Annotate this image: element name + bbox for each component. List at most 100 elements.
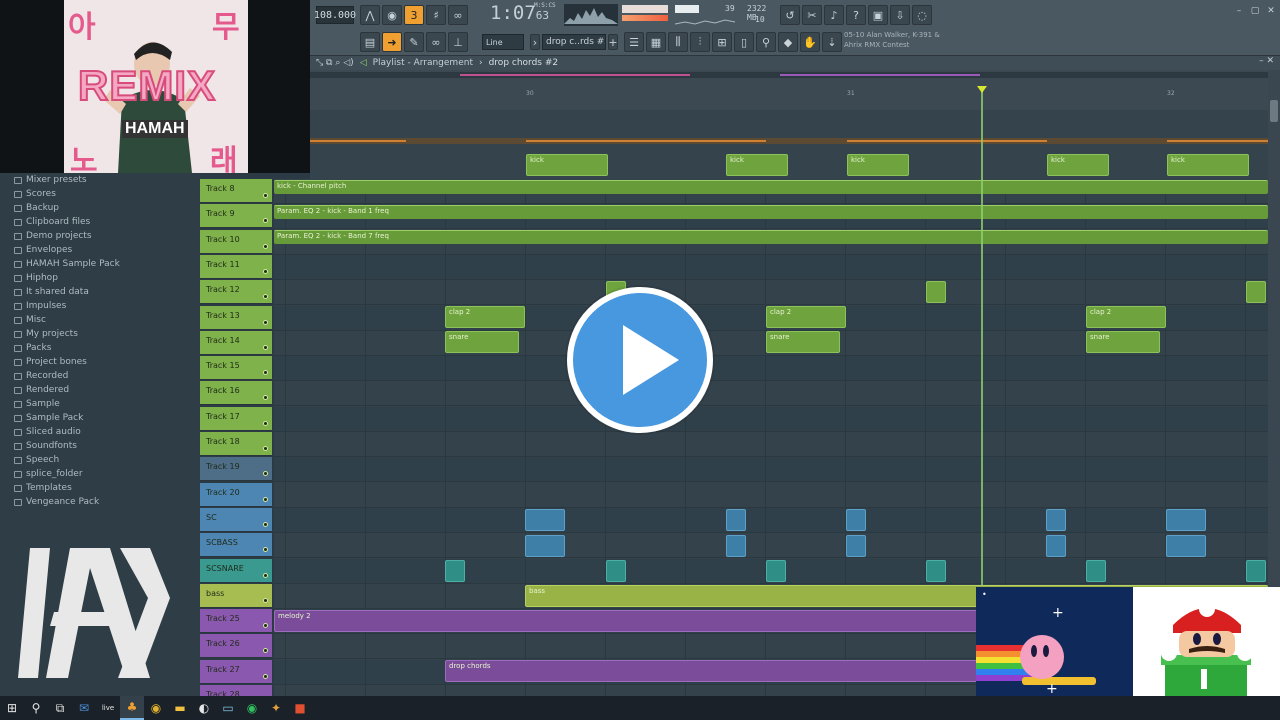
track-lane[interactable]	[274, 533, 1268, 559]
playlist-close-icon[interactable]: – ✕	[1259, 56, 1274, 66]
browser-item[interactable]: Templates	[0, 481, 200, 495]
track-lane[interactable]	[274, 483, 1268, 508]
file-icon[interactable]: ▯	[734, 32, 754, 52]
countdown-icon[interactable]: 3	[404, 5, 424, 25]
clip-kick[interactable]: kick	[847, 154, 909, 176]
track-mute-led[interactable]	[263, 420, 268, 426]
clip-fx[interactable]	[926, 281, 946, 303]
browser-item[interactable]: Envelopes	[0, 243, 200, 257]
browser-item[interactable]: Rendered	[0, 383, 200, 397]
fl-studio-icon[interactable]: ♣	[120, 696, 144, 720]
clip-kick[interactable]: kick	[1167, 154, 1249, 176]
track-lane[interactable]	[274, 381, 1268, 407]
browser-item[interactable]: Impulses	[0, 299, 200, 313]
clip-scsnare[interactable]	[606, 560, 626, 582]
track-header[interactable]: Track 27	[200, 659, 272, 684]
toolbox-icon[interactable]: ■	[288, 696, 312, 720]
track-header[interactable]: SCSNARE	[200, 558, 272, 583]
browser-item[interactable]: HAMAH Sample Pack	[0, 257, 200, 271]
clip-scsnare[interactable]	[1086, 560, 1106, 582]
browser-icon[interactable]: ⊞	[712, 32, 732, 52]
clip-snare[interactable]: snare	[445, 331, 519, 353]
track-header[interactable]: Track 10	[200, 229, 272, 254]
spotify-icon[interactable]: ◉	[240, 696, 264, 720]
maximize-icon[interactable]: ▢	[1250, 6, 1260, 16]
pattern-select[interactable]: drop c..rds #2	[542, 34, 606, 50]
piano-roll-icon[interactable]: ▤	[360, 32, 380, 52]
track-lane[interactable]	[274, 507, 1268, 533]
track-mute-led[interactable]	[263, 471, 268, 477]
track-header[interactable]: Track 16	[200, 381, 272, 406]
browser-item[interactable]: Sample	[0, 397, 200, 411]
browser-item[interactable]: Clipboard files	[0, 215, 200, 229]
track-mute-led[interactable]	[263, 370, 268, 376]
snap-select[interactable]: Line	[482, 34, 524, 50]
pattern-prev-icon[interactable]: ›	[530, 34, 540, 50]
track-lane[interactable]	[274, 406, 1268, 432]
plugin-icon[interactable]: ✦	[264, 696, 288, 720]
touch-icon[interactable]: ✋	[800, 32, 820, 52]
track-header[interactable]: Track 25	[200, 609, 272, 634]
track-header[interactable]: Track 17	[200, 406, 272, 431]
file-explorer-icon[interactable]: ▬	[168, 696, 192, 720]
minimize-icon[interactable]: –	[1234, 6, 1244, 16]
track-header[interactable]: Track 8	[200, 179, 272, 203]
mixer-icon[interactable]: ⫼	[668, 32, 688, 52]
clip-clap[interactable]: clap 2	[1086, 306, 1166, 328]
track-mute-led[interactable]	[263, 294, 268, 300]
clip-kick[interactable]: kick	[726, 154, 788, 176]
pencil-icon[interactable]: ✎	[404, 32, 424, 52]
video-play-button[interactable]	[567, 287, 713, 433]
channel-rack-icon[interactable]: ▦	[646, 32, 666, 52]
track-mute-led[interactable]	[263, 572, 268, 578]
task-view-icon[interactable]: ⧉	[48, 696, 72, 720]
playlist-tools-icon[interactable]: ⤡ ⧉ ⌕ ◁)	[316, 58, 354, 68]
clip-sc[interactable]	[846, 509, 866, 531]
steam-icon[interactable]: ◐	[192, 696, 216, 720]
browser-item[interactable]: Misc	[0, 313, 200, 327]
browser-item[interactable]: Backup	[0, 201, 200, 215]
track-mute-led[interactable]	[263, 623, 268, 629]
playhead-marker[interactable]	[977, 86, 987, 93]
track-header[interactable]: Track 12	[200, 280, 272, 305]
eq-icon[interactable]: ⫶	[690, 32, 710, 52]
save-icon[interactable]: ▣	[868, 5, 888, 25]
clip-scbass[interactable]	[525, 535, 565, 557]
track-mute-led[interactable]	[263, 521, 268, 527]
clip-clap[interactable]: clap 2	[766, 306, 846, 328]
browser-item[interactable]: Vengeance Pack	[0, 495, 200, 509]
browser-item[interactable]: Soundfonts	[0, 439, 200, 453]
undo-icon[interactable]: ↺	[780, 5, 800, 25]
browser-item[interactable]: Demo projects	[0, 229, 200, 243]
track-mute-led[interactable]	[263, 218, 268, 224]
browser-item[interactable]: Recorded	[0, 369, 200, 383]
track-header[interactable]: Track 11	[200, 254, 272, 279]
clip-scbass[interactable]	[1166, 535, 1206, 557]
ableton-live-icon[interactable]: live	[96, 696, 120, 720]
step-edit-icon[interactable]: ♯	[426, 5, 446, 25]
clip-eq-band1-automation[interactable]: Param. EQ 2 - kick - Band 1 freq	[274, 205, 1268, 219]
clip-scsnare[interactable]	[766, 560, 786, 582]
playhead[interactable]	[981, 86, 983, 586]
wait-icon[interactable]: ◉	[382, 5, 402, 25]
stamp-icon[interactable]: ⊥	[448, 32, 468, 52]
track-mute-led[interactable]	[263, 648, 268, 654]
track-header[interactable]: SCBASS	[200, 533, 272, 558]
track-mute-led[interactable]	[263, 193, 268, 198]
track-header[interactable]: SC	[200, 507, 272, 532]
windows-icon[interactable]: ⊞	[0, 696, 24, 720]
blend-icon[interactable]: ∞	[448, 5, 468, 25]
track-header[interactable]: Track 18	[200, 432, 272, 456]
chat-icon[interactable]: ◌	[912, 5, 932, 25]
clip-sc[interactable]	[1166, 509, 1206, 531]
clip-sc[interactable]	[525, 509, 565, 531]
browser-item[interactable]: Speech	[0, 453, 200, 467]
track-lane[interactable]	[274, 280, 1268, 306]
tempo-tap-icon[interactable]: ◆	[778, 32, 798, 52]
outlook-icon[interactable]: ✉	[72, 696, 96, 720]
metronome-icon[interactable]: ⋀	[360, 5, 380, 25]
clip-channel-pitch-automation[interactable]: kick - Channel pitch	[274, 180, 1268, 194]
clip-scbass[interactable]	[726, 535, 746, 557]
track-lane[interactable]	[274, 254, 1268, 280]
clip-snare[interactable]: snare	[1086, 331, 1160, 353]
